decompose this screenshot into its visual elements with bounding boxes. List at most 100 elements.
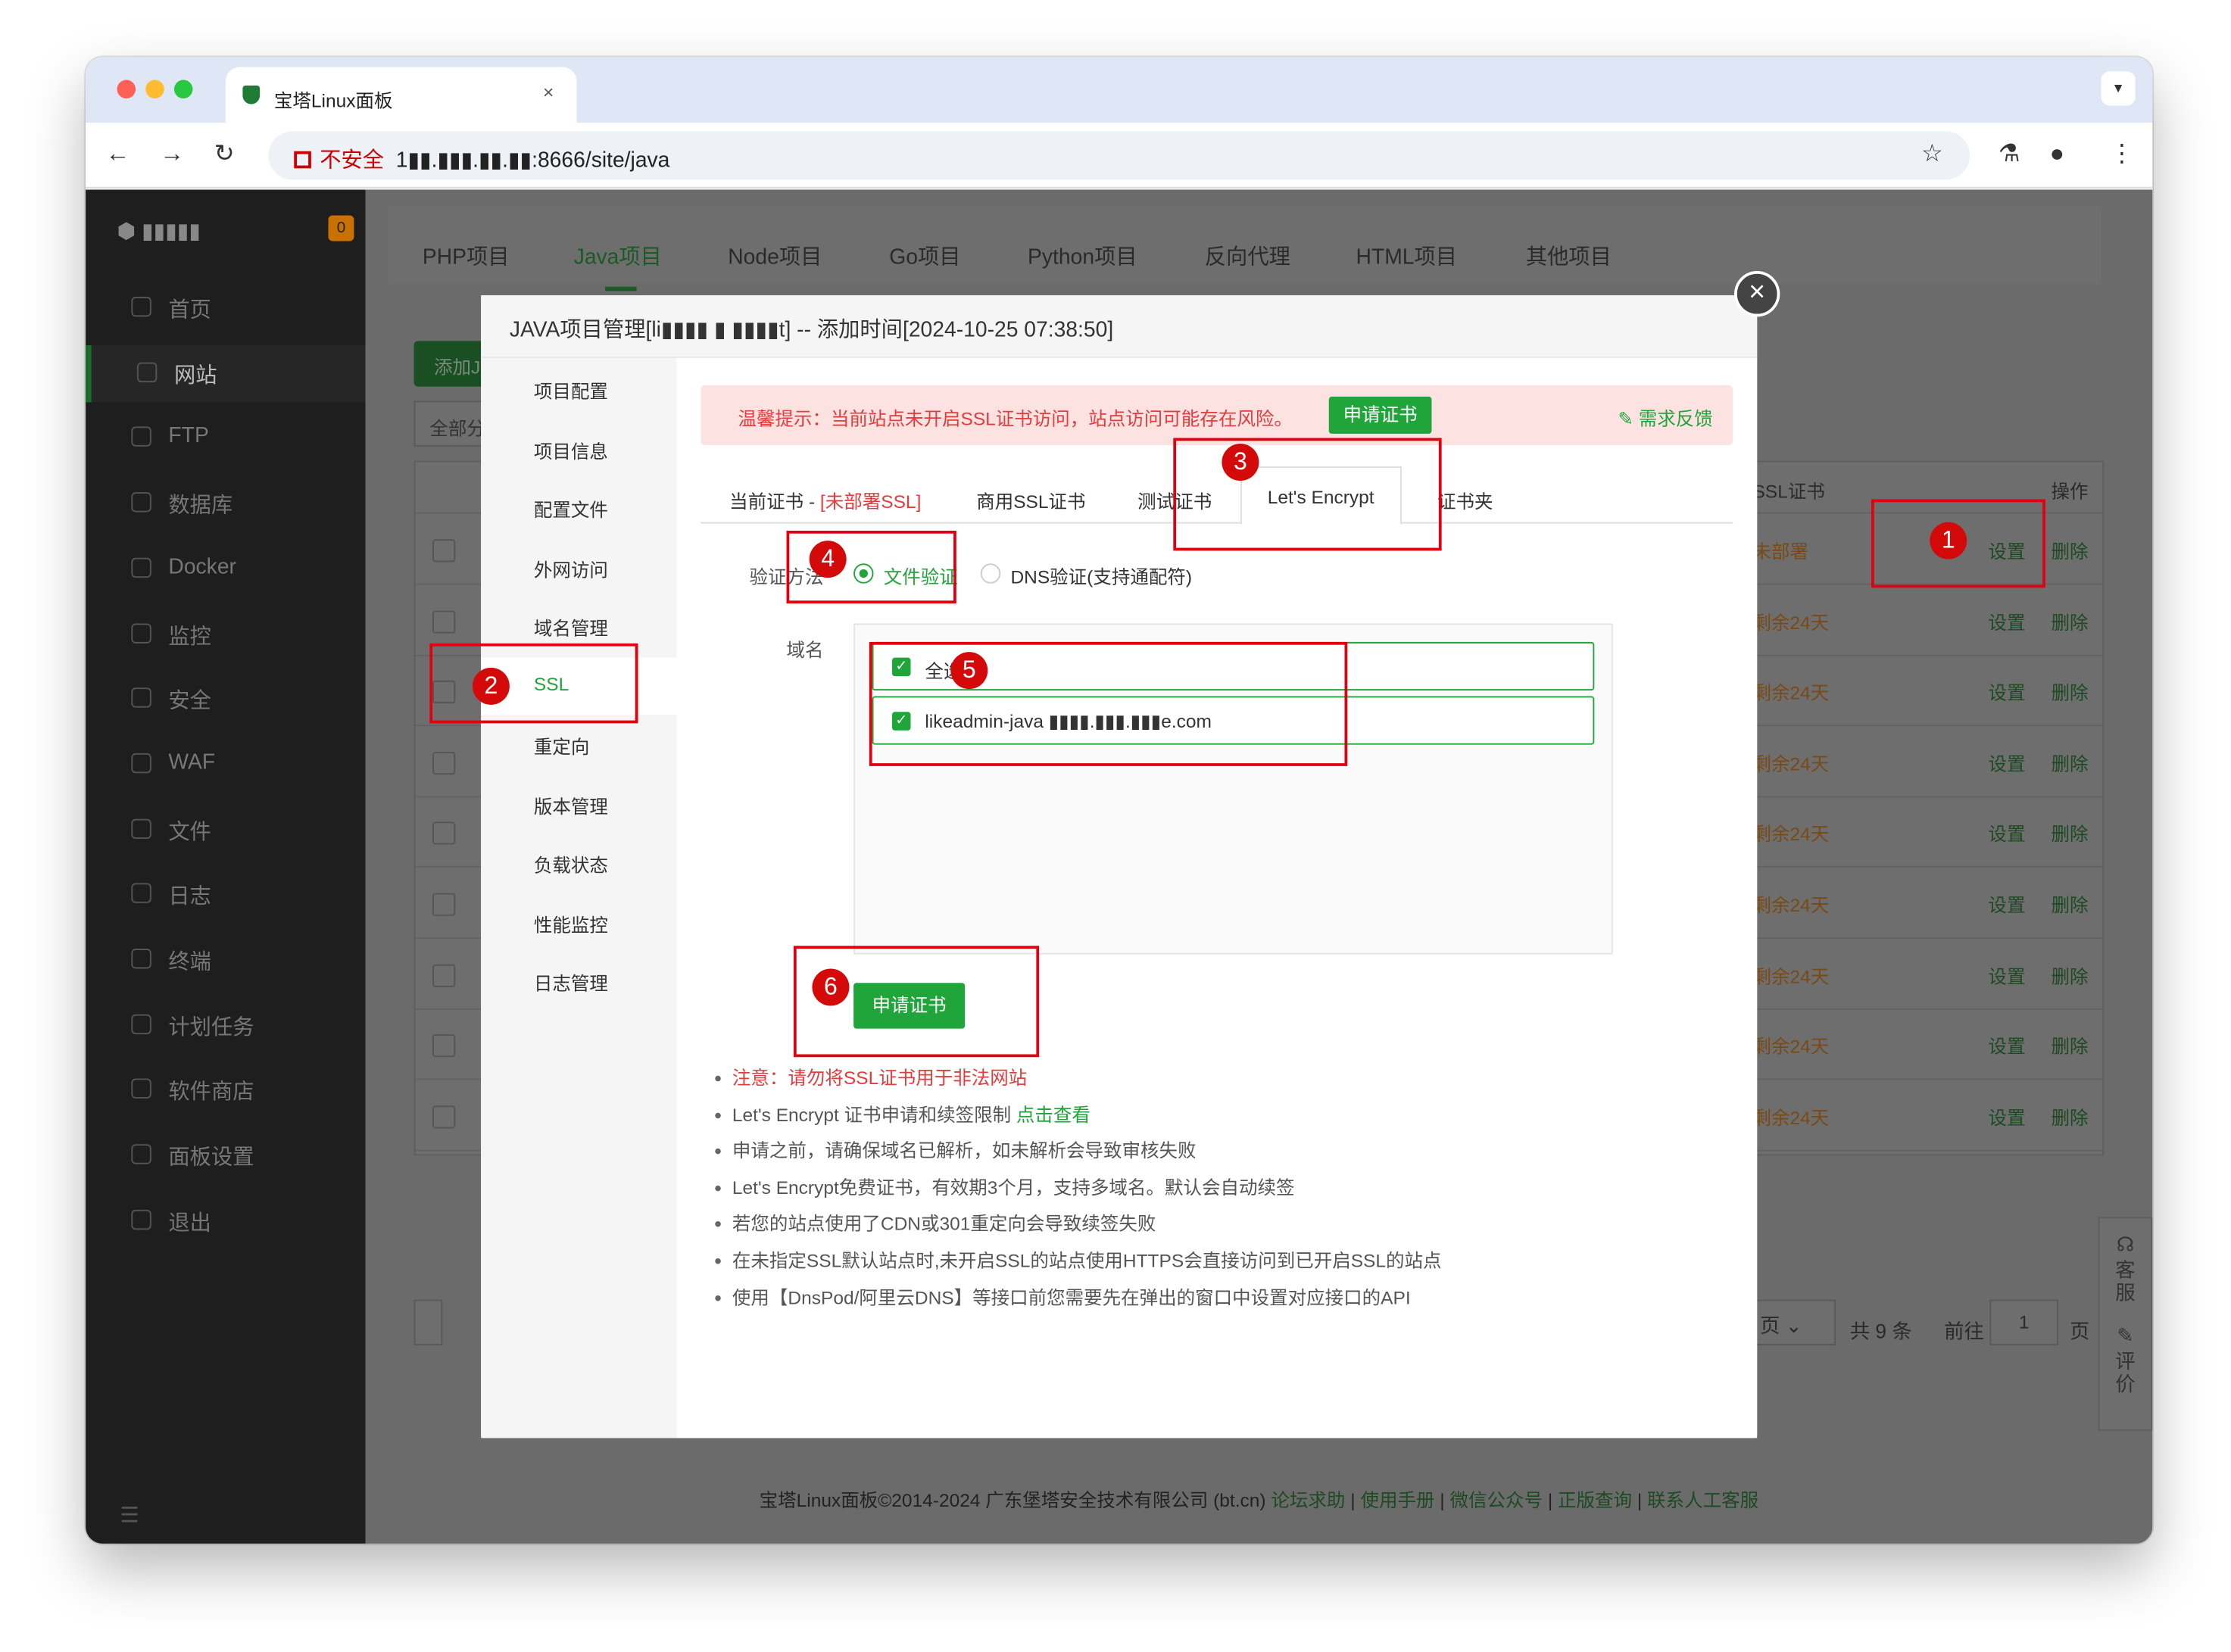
tab-list-chevron-icon[interactable]: ▾ xyxy=(2101,71,2136,106)
tab-cert-folder[interactable]: 证书夹 xyxy=(1437,487,1493,514)
footer-link-3[interactable]: 正版查询 xyxy=(1558,1489,1632,1510)
modal-menu-item-10[interactable]: 日志管理 xyxy=(481,953,676,1010)
float-review[interactable]: 评价 xyxy=(2114,1350,2136,1395)
modal-menu-item-6[interactable]: 重定向 xyxy=(481,716,676,773)
browser-tab[interactable]: 宝塔Linux面板 × xyxy=(225,67,577,123)
sidebar-item-5[interactable]: 监控 xyxy=(86,606,365,662)
modal-close-icon[interactable]: × xyxy=(1734,271,1780,317)
view-limit-link[interactable]: 点击查看 xyxy=(1016,1104,1091,1125)
modal-menu-item-0[interactable]: 项目配置 xyxy=(481,361,676,418)
footer-link-0[interactable]: 论坛求助 xyxy=(1271,1489,1345,1510)
row-checkbox[interactable] xyxy=(432,1034,456,1058)
minimize-window-icon[interactable] xyxy=(145,79,164,99)
row-checkbox[interactable] xyxy=(432,822,456,846)
footer-link-4[interactable]: 联系人工客服 xyxy=(1647,1489,1758,1510)
annotation-box-2 xyxy=(429,643,638,724)
bookmark-star-icon[interactable]: ☆ xyxy=(1921,140,1943,169)
delete-link[interactable]: 删除 xyxy=(2051,536,2088,563)
delete-link[interactable]: 删除 xyxy=(2051,890,2088,918)
sidebar-item-7[interactable]: WAF xyxy=(86,736,365,793)
sidebar-item-label: 计划任务 xyxy=(168,1015,254,1040)
more-menu-icon[interactable]: ⋮ xyxy=(2110,140,2134,169)
tab-project-7[interactable]: 其他项目 xyxy=(1526,241,1612,271)
page-number-input[interactable]: 1 xyxy=(1989,1299,2058,1345)
modal-menu-item-1[interactable]: 项目信息 xyxy=(481,420,676,477)
sidebar-item-1[interactable]: 网站 xyxy=(86,344,366,402)
tab-project-1[interactable]: Java项目 xyxy=(574,241,662,291)
settings-link[interactable]: 设置 xyxy=(1989,890,2026,918)
close-window-icon[interactable] xyxy=(117,79,136,99)
settings-link[interactable]: 设置 xyxy=(1989,819,2026,846)
modal-menu-item-3[interactable]: 外网访问 xyxy=(481,538,676,595)
verify-dns-label[interactable]: DNS验证(支持通配符) xyxy=(1010,562,1192,589)
row-checkbox[interactable] xyxy=(432,751,456,775)
tab-project-6[interactable]: HTML项目 xyxy=(1356,241,1458,271)
delete-link[interactable]: 删除 xyxy=(2051,961,2088,988)
select-all-checkbox[interactable] xyxy=(413,1299,443,1345)
alert-apply-button[interactable]: 申请证书 xyxy=(1328,396,1432,434)
settings-link[interactable]: 设置 xyxy=(1989,749,2026,776)
tab-project-3[interactable]: Go项目 xyxy=(889,241,960,271)
back-arrow-icon[interactable]: ← xyxy=(105,140,129,169)
settings-link[interactable]: 设置 xyxy=(1989,607,2026,634)
delete-link[interactable]: 删除 xyxy=(2051,749,2088,776)
delete-link[interactable]: 删除 xyxy=(2051,1032,2088,1059)
row-checkbox[interactable] xyxy=(432,1105,456,1129)
tab-commercial-ssl[interactable]: 商用SSL证书 xyxy=(976,487,1085,514)
tab-current-cert[interactable]: 当前证书 - [未部署SSL] xyxy=(729,487,921,514)
sidebar-item-11[interactable]: 计划任务 xyxy=(86,997,365,1054)
settings-link[interactable]: 设置 xyxy=(1989,678,2026,705)
sidebar-item-13[interactable]: 面板设置 xyxy=(86,1127,365,1184)
sidebar-item-0[interactable]: 首页 xyxy=(86,279,365,336)
page-size-label: 页 xyxy=(1759,1314,1780,1337)
note-warning: 注意：请勿将SSL证书用于非法网站 xyxy=(713,1060,1442,1096)
sidebar-item-3[interactable]: 数据库 xyxy=(86,475,365,532)
sidebar-item-9[interactable]: 日志 xyxy=(86,866,365,923)
tab-close-icon[interactable]: × xyxy=(543,81,554,102)
page-size-select[interactable]: 页 ⌄ xyxy=(1749,1299,1836,1345)
forward-arrow-icon[interactable]: → xyxy=(160,140,184,169)
modal-menu-item-7[interactable]: 版本管理 xyxy=(481,775,676,832)
modal-menu-item-9[interactable]: 性能监控 xyxy=(481,894,676,951)
labs-flask-icon[interactable]: ⚗ xyxy=(1999,140,2020,169)
sidebar-item-14[interactable]: 退出 xyxy=(86,1192,365,1249)
float-service[interactable]: 客服 xyxy=(2114,1258,2136,1304)
tab-project-4[interactable]: Python项目 xyxy=(1028,241,1137,271)
settings-link[interactable]: 设置 xyxy=(1989,1032,2026,1059)
verify-dns-radio[interactable] xyxy=(980,563,1001,584)
sidebar-item-2[interactable]: FTP xyxy=(86,410,365,467)
footer-link-1[interactable]: 使用手册 xyxy=(1360,1489,1434,1510)
feedback-link[interactable]: ✎ 需求反馈 xyxy=(1618,404,1712,431)
row-checkbox[interactable] xyxy=(432,609,456,633)
delete-link[interactable]: 删除 xyxy=(2051,1102,2088,1130)
sidebar-item-6[interactable]: 安全 xyxy=(86,671,365,728)
settings-link[interactable]: 设置 xyxy=(1989,961,2026,988)
sidebar-item-8[interactable]: 文件 xyxy=(86,801,365,858)
url-field[interactable]: 不安全 1▮▮.▮▮▮.▮▮.▮▮:8666/site/java xyxy=(268,131,1970,180)
collapse-sidebar-icon[interactable]: ☰ xyxy=(120,1502,139,1528)
tab-project-2[interactable]: Node项目 xyxy=(728,241,822,271)
profile-avatar-icon[interactable]: ● xyxy=(2050,140,2064,169)
delete-link[interactable]: 删除 xyxy=(2051,678,2088,705)
delete-link[interactable]: 删除 xyxy=(2051,607,2088,634)
floating-help[interactable]: ☊ 客服 ✎ 评价 xyxy=(2098,1217,2153,1431)
delete-link[interactable]: 删除 xyxy=(2051,819,2088,846)
reload-icon[interactable]: ↻ xyxy=(214,140,235,169)
tab-project-0[interactable]: PHP项目 xyxy=(423,241,510,271)
row-checkbox[interactable] xyxy=(432,893,456,916)
sidebar-item-4[interactable]: Docker xyxy=(86,541,365,597)
tab-project-5[interactable]: 反向代理 xyxy=(1205,241,1290,271)
notification-badge[interactable]: 0 xyxy=(328,215,354,242)
sidebar-item-label: 软件商店 xyxy=(168,1080,254,1105)
footer-link-2[interactable]: 微信公众号 xyxy=(1449,1489,1543,1510)
sidebar-item-12[interactable]: 软件商店 xyxy=(86,1062,365,1119)
sidebar-item-10[interactable]: 终端 xyxy=(86,931,365,988)
maximize-window-icon[interactable] xyxy=(173,79,193,99)
panel-host: ▮▮▮▮▮ xyxy=(142,220,201,245)
modal-menu-item-2[interactable]: 配置文件 xyxy=(481,479,676,536)
url-path: :8666/site/java xyxy=(532,148,670,173)
row-checkbox[interactable] xyxy=(432,539,456,563)
row-checkbox[interactable] xyxy=(432,964,456,987)
settings-link[interactable]: 设置 xyxy=(1989,1102,2026,1130)
modal-menu-item-8[interactable]: 负载状态 xyxy=(481,834,676,891)
